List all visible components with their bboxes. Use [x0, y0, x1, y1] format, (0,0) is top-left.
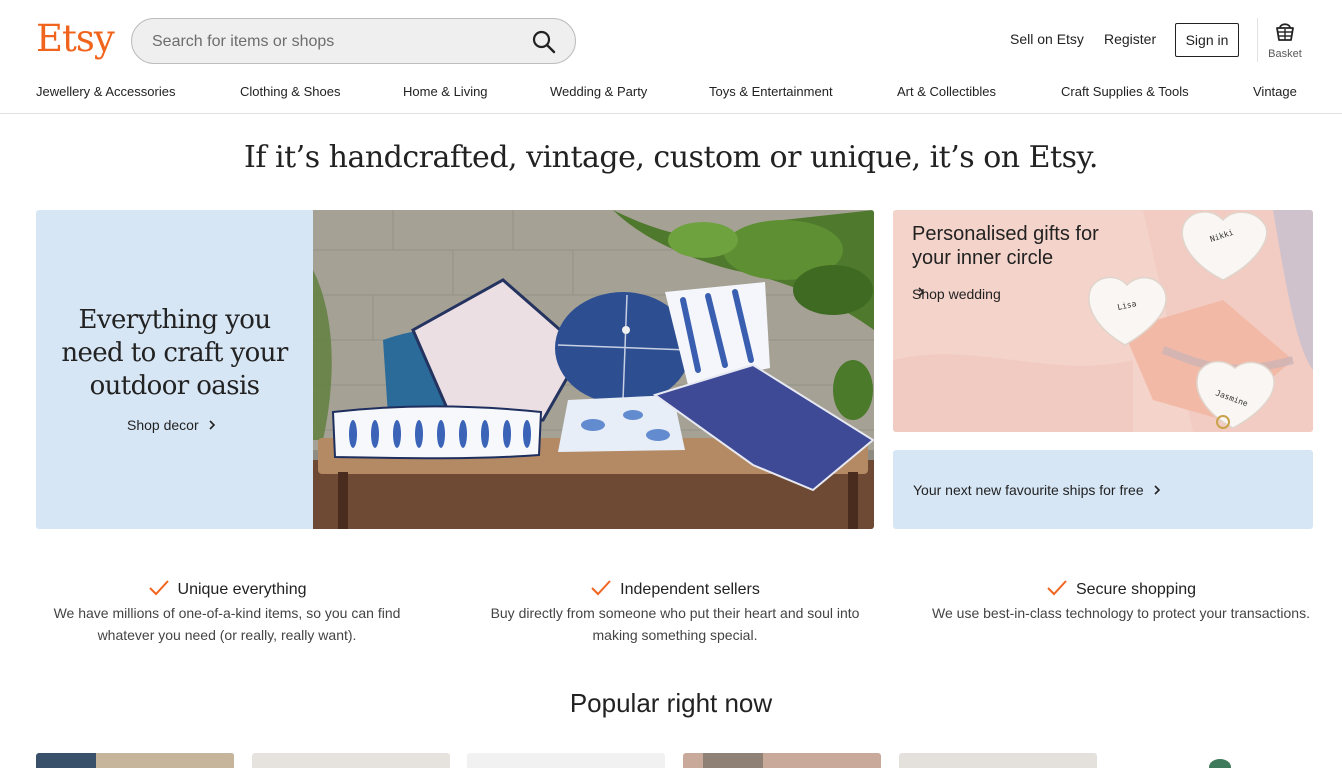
nav-category-home[interactable]: Home & Living: [403, 84, 488, 99]
feature-description: We use best-in-class technology to prote…: [932, 605, 1310, 621]
hero-title: Everything you need to craft your outdoo…: [61, 305, 288, 401]
nav-category-clothing[interactable]: Clothing & Shoes: [240, 84, 340, 99]
feature-heading: Unique everything: [37, 578, 417, 600]
search-button[interactable]: [531, 29, 557, 55]
site-header: Etsy Sell on Etsy Register Sign in Baske…: [0, 0, 1342, 114]
feature-description: We have millions of one-of-a-kind items,…: [53, 605, 401, 643]
nav-category-vintage[interactable]: Vintage: [1253, 84, 1297, 99]
feature-unique: Unique everything We have millions of on…: [37, 578, 417, 646]
basket-button[interactable]: Basket: [1262, 20, 1308, 64]
popular-heading: Popular right now: [569, 688, 773, 718]
chevron-right-icon: [208, 420, 215, 430]
feature-sellers: Independent sellers Buy directly from so…: [485, 578, 865, 646]
promo-title: Personalised gifts for your inner circle: [912, 223, 1099, 269]
free-shipping-label: Your next new favourite ships for free: [913, 482, 1144, 498]
shop-decor-link[interactable]: Shop decor: [127, 417, 217, 433]
search-input[interactable]: [150, 27, 524, 57]
chevron-right-icon: [1153, 485, 1160, 495]
checkmark-icon: [1047, 580, 1067, 596]
basket-label: Basket: [1268, 48, 1302, 60]
shop-decor-label: Shop decor: [127, 417, 199, 433]
search-bar: [131, 18, 576, 64]
feature-heading: Secure shopping: [931, 578, 1311, 600]
page-tagline: If it’s handcrafted, vintage, custom or …: [244, 140, 1098, 175]
nav-category-art[interactable]: Art & Collectibles: [897, 84, 996, 99]
nav-category-toys[interactable]: Toys & Entertainment: [709, 84, 833, 99]
free-shipping-link[interactable]: Your next new favourite ships for free: [913, 482, 1162, 498]
checkmark-icon: [591, 580, 611, 596]
chevron-right-icon: [918, 287, 925, 297]
nav-category-craft[interactable]: Craft Supplies & Tools: [1061, 84, 1189, 99]
popular-item-thumbnail[interactable]: [899, 753, 1097, 768]
sign-in-button[interactable]: Sign in: [1175, 23, 1239, 57]
free-shipping-card[interactable]: Your next new favourite ships for free: [893, 450, 1313, 529]
hero-image-cushions-on-bench: [313, 210, 874, 529]
feature-title: Unique everything: [177, 581, 307, 598]
popular-item-thumbnail[interactable]: [252, 753, 450, 768]
popular-item-thumbnail[interactable]: [467, 753, 665, 768]
feature-title: Independent sellers: [620, 581, 760, 598]
nav-category-wedding[interactable]: Wedding & Party: [550, 84, 647, 99]
register-link[interactable]: Register: [1104, 31, 1156, 47]
etsy-logo[interactable]: Etsy: [36, 16, 115, 62]
hero-text-panel: Everything you need to craft your outdoo…: [36, 210, 313, 529]
feature-description: Buy directly from someone who put their …: [490, 605, 860, 643]
nav-category-jewellery[interactable]: Jewellery & Accessories: [36, 84, 175, 99]
search-icon: [532, 30, 556, 54]
header-divider: [1257, 18, 1258, 62]
popular-item-thumbnail[interactable]: [683, 753, 881, 768]
popular-item-thumbnail[interactable]: [36, 753, 234, 768]
popular-item-thumbnail[interactable]: [1115, 753, 1313, 768]
sell-on-etsy-link[interactable]: Sell on Etsy: [1010, 31, 1084, 47]
checkmark-icon: [148, 580, 169, 596]
hero-banner[interactable]: Everything you need to craft your outdoo…: [36, 210, 874, 529]
personalised-gifts-card[interactable]: Nikki Lisa Jasmine Personalised gifts fo…: [893, 210, 1313, 432]
feature-secure: Secure shopping We use best-in-class tec…: [931, 578, 1311, 624]
shop-wedding-link[interactable]: Shop wedding: [912, 286, 1001, 302]
basket-icon: [1276, 23, 1294, 41]
feature-heading: Independent sellers: [485, 578, 865, 600]
feature-title: Secure shopping: [1075, 581, 1197, 598]
